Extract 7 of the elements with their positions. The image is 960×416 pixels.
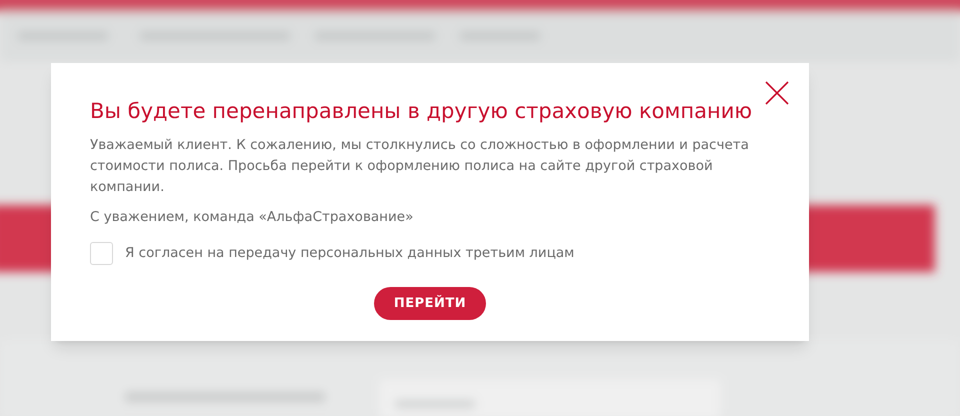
- dialog-title: Вы будете перенаправлены в другую страховую компанию: [90, 98, 754, 125]
- proceed-button[interactable]: ПЕРЕЙТИ: [374, 287, 486, 320]
- consent-label: Я согласен на передачу персональных данных третьим лицам: [125, 244, 574, 264]
- close-icon[interactable]: [765, 81, 789, 105]
- dialog-message: Уважаемый клиент. К сожалению, мы столкнулись со сложностью в оформлении и расчета стоимости полиса. Просьба перейти к оформлению полиса на сайте другой страховой компании.: [90, 136, 750, 197]
- consent-checkbox[interactable]: [90, 242, 113, 265]
- signature-text: С уважением, команда «АльфаСтрахование»: [90, 208, 414, 227]
